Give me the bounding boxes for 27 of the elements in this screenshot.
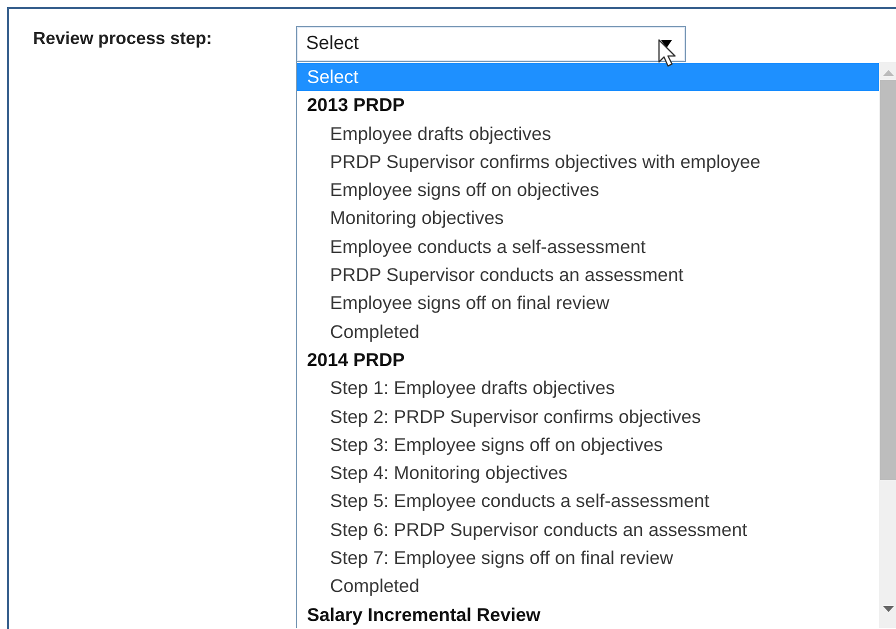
option-group-heading: 2013 PRDP bbox=[306, 93, 406, 118]
scroll-up-icon[interactable] bbox=[883, 70, 894, 76]
dropdown-option[interactable]: Employee conducts a self-assessment bbox=[297, 232, 879, 262]
dropdown-option[interactable]: Step 6: PRDP Supervisor conducts an assessment bbox=[297, 516, 879, 544]
dropdown-option[interactable]: Step 3: Employee signs off on objectives bbox=[297, 430, 879, 460]
scroll-down-icon[interactable] bbox=[883, 606, 894, 612]
dropdown-option[interactable]: Step 2: PRDP Supervisor confirms objectives bbox=[297, 402, 879, 431]
dropdown-option[interactable]: Completed bbox=[297, 572, 879, 601]
dropdown-option[interactable]: Employee signs off on objectives bbox=[297, 176, 879, 204]
dropdown-option[interactable]: Monitoring objectives bbox=[297, 204, 879, 233]
option-group-heading: Salary Incremental Review bbox=[306, 602, 542, 627]
scrollbar-thumb[interactable] bbox=[880, 80, 896, 480]
caret-icon bbox=[661, 40, 672, 48]
dropdown-option[interactable]: Step 4: Monitoring objectives bbox=[297, 459, 879, 488]
mouse-pointer-icon bbox=[658, 39, 678, 67]
dropdown-option[interactable]: PRDP Supervisor confirms objectives with employee bbox=[297, 148, 879, 176]
dropdown-option[interactable]: PRDP Supervisor conducts an assessment bbox=[297, 261, 879, 290]
dropdown-option[interactable]: Completed bbox=[297, 318, 879, 346]
dropdown-option[interactable]: Employee drafts objectives bbox=[297, 120, 879, 148]
scrollbar[interactable] bbox=[879, 62, 896, 628]
dropdown-option[interactable]: Step 1: Employee drafts objectives bbox=[297, 374, 879, 403]
dropdown-option[interactable]: Employee signs off on final review bbox=[297, 289, 879, 318]
dropdown-option[interactable]: Step 7: Employee signs off on final review bbox=[297, 544, 879, 572]
field-label: Review process step: bbox=[33, 28, 212, 48]
option-group-heading: 2014 PRDP bbox=[306, 348, 406, 372]
dropdown-option[interactable]: Step 5: Employee conducts a self-assessment bbox=[297, 487, 879, 516]
select-dropdown[interactable]: Select bbox=[296, 26, 686, 62]
